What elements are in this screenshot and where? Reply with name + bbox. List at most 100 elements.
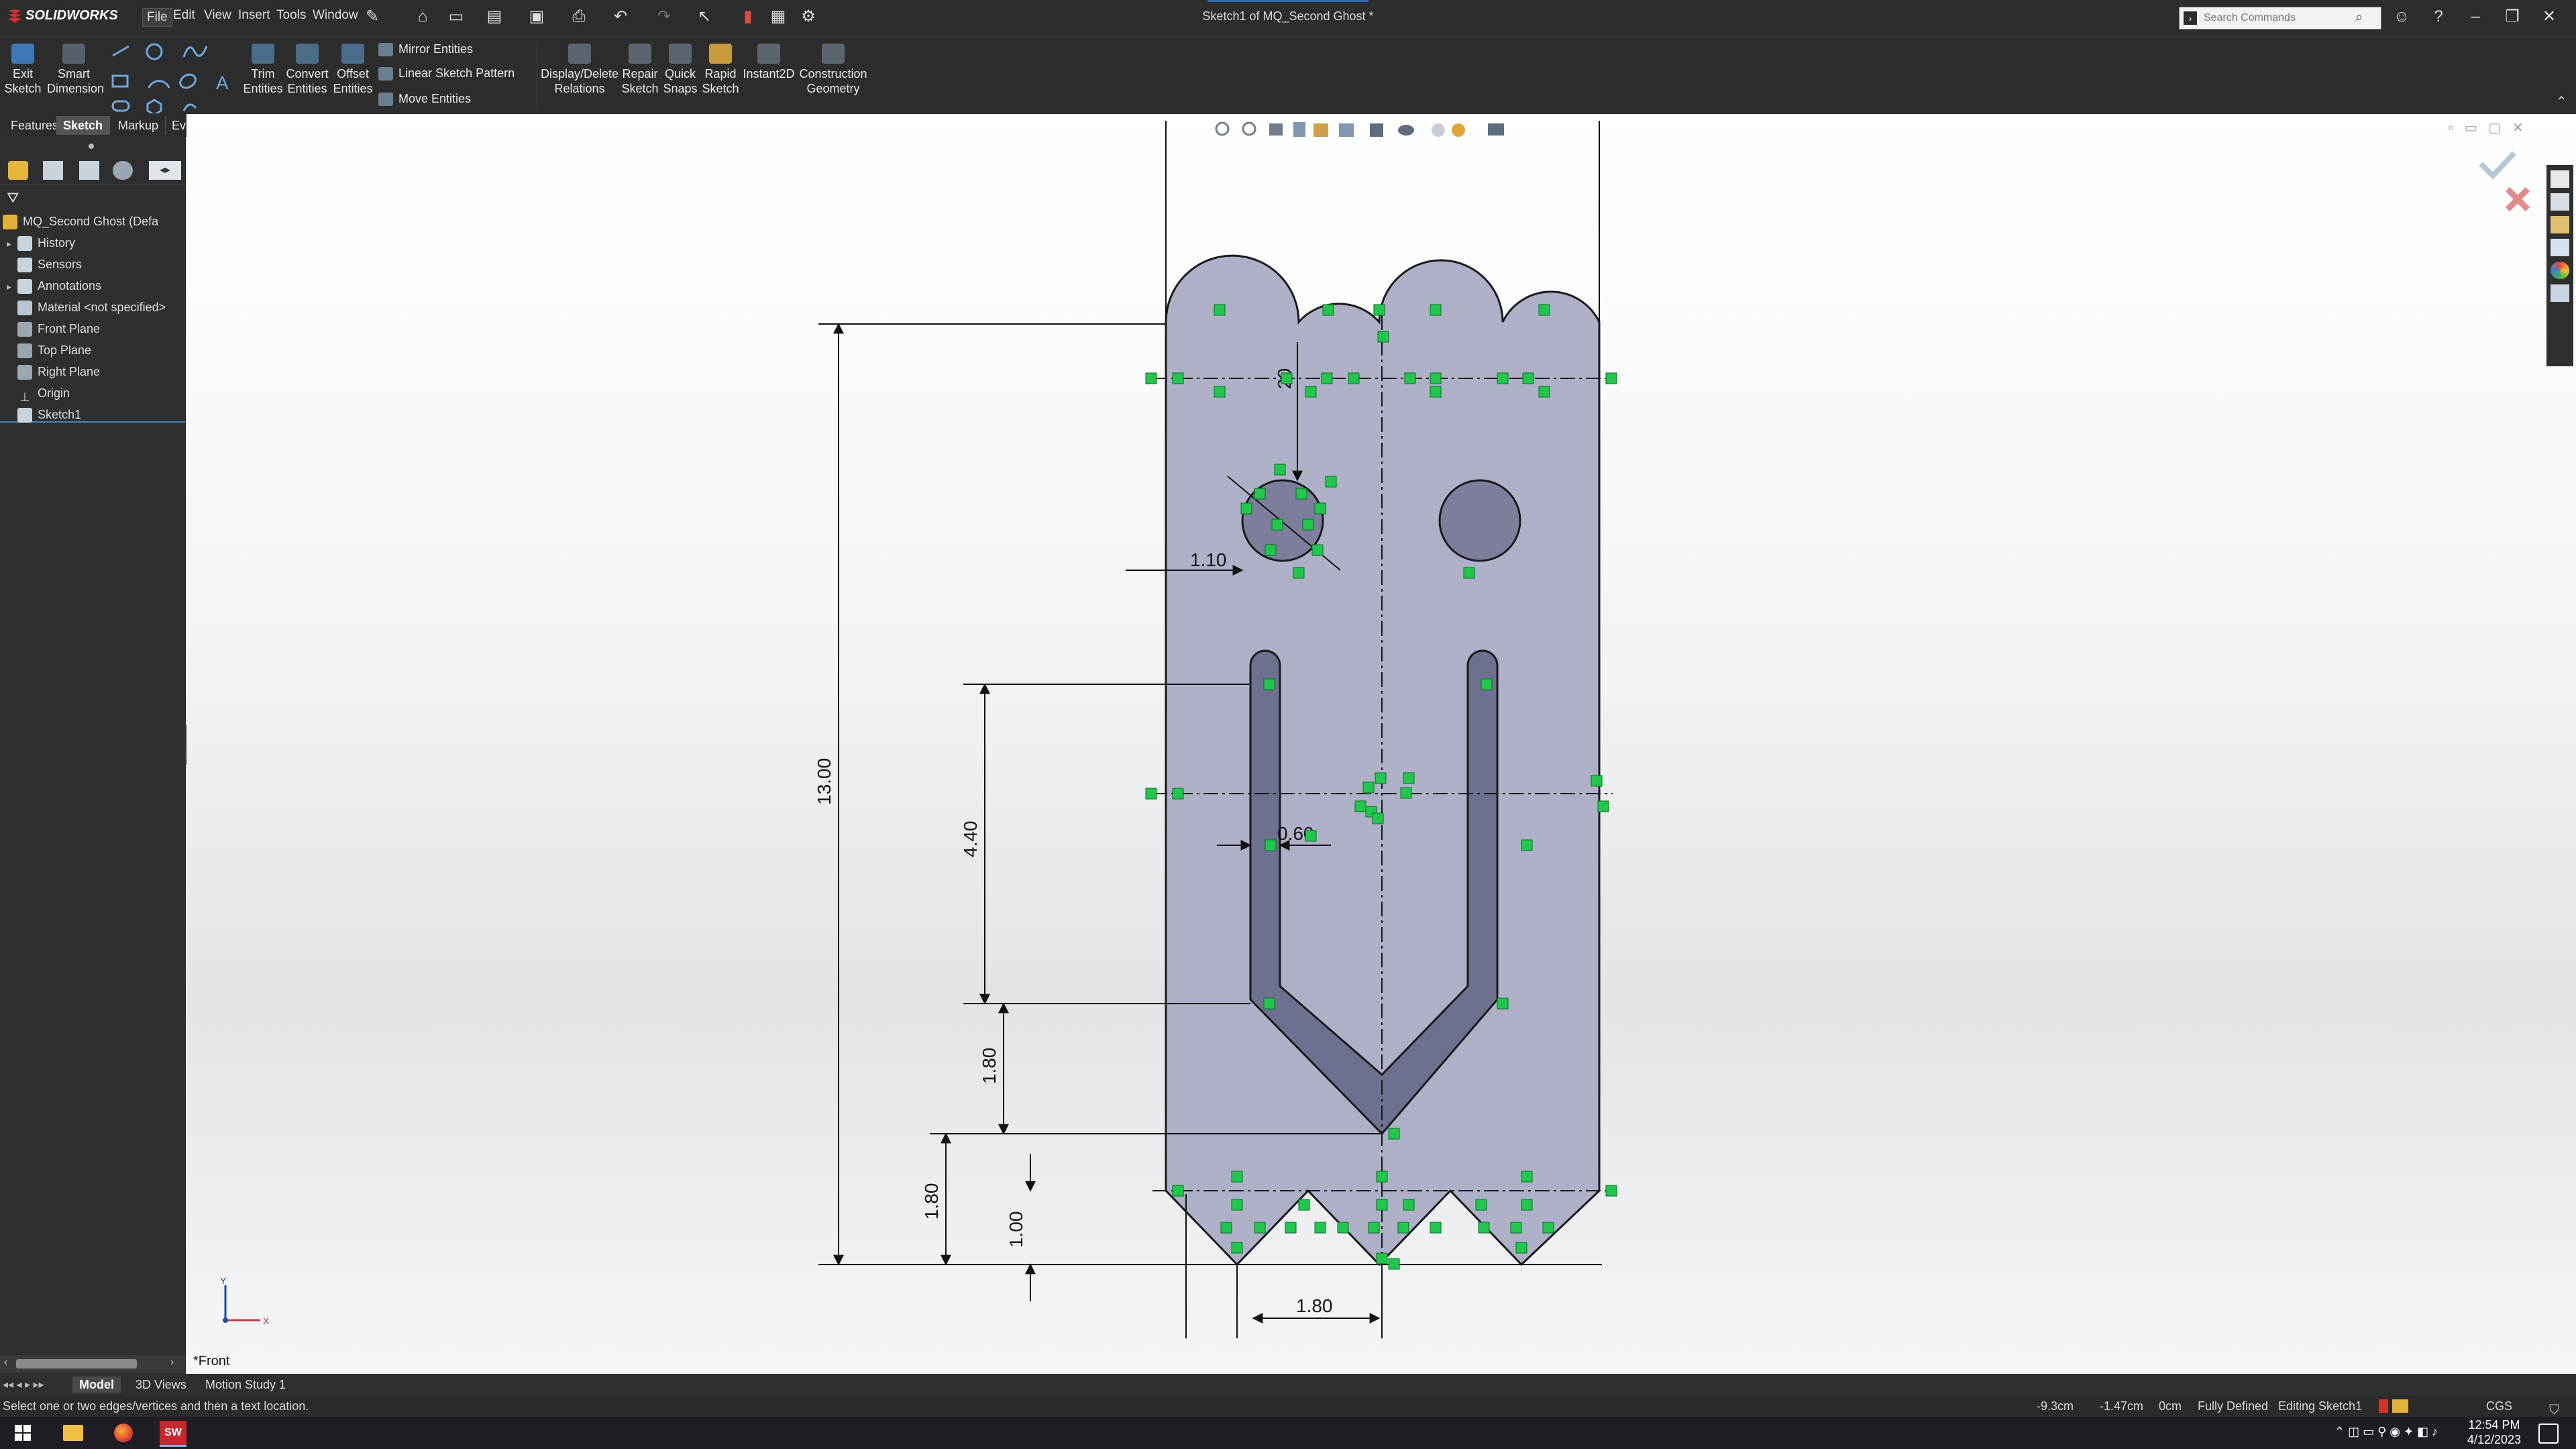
tab-motion-study[interactable]: Motion Study 1	[199, 1377, 292, 1393]
relation-marker[interactable]	[1240, 502, 1252, 515]
rapid-sketch-button[interactable]: Rapid Sketch	[702, 41, 739, 96]
relation-marker[interactable]	[1231, 1171, 1243, 1183]
relation-marker[interactable]	[1172, 788, 1184, 800]
relation-marker[interactable]	[1281, 372, 1293, 384]
tree-item-sketch1[interactable]: Sketch1	[0, 404, 185, 425]
relation-marker[interactable]	[1388, 1258, 1400, 1270]
relation-marker[interactable]	[1214, 386, 1226, 398]
dimxpert-tab-icon[interactable]	[113, 161, 133, 180]
scroll-left-icon[interactable]: ‹	[4, 1356, 7, 1368]
relation-marker[interactable]	[1274, 464, 1286, 476]
relation-marker[interactable]	[1481, 678, 1493, 690]
user-account-icon[interactable]: ☺	[2392, 7, 2412, 27]
instant2d-button[interactable]: Instant2D	[741, 41, 797, 81]
panel-hscrollbar[interactable]: ‹ ›	[0, 1355, 185, 1373]
relation-marker[interactable]	[1376, 1252, 1388, 1265]
relation-marker[interactable]	[1231, 1199, 1243, 1211]
relation-marker[interactable]	[1397, 1222, 1409, 1234]
search-icon[interactable]: ⌕	[2355, 10, 2363, 25]
tree-item-sensors[interactable]: Sensors	[0, 254, 185, 275]
relation-marker[interactable]	[1497, 372, 1509, 384]
relation-marker[interactable]	[1376, 1171, 1388, 1183]
relation-marker[interactable]	[1521, 839, 1533, 851]
relation-marker[interactable]	[1497, 998, 1509, 1010]
tree-item-history[interactable]: ▸ History	[0, 232, 185, 254]
offset-entities-button[interactable]: Offset Entities	[331, 41, 374, 96]
panel-scroll-arrows-icon[interactable]: ◂▸	[149, 161, 181, 180]
quick-snaps-button[interactable]: Quick Snaps	[660, 41, 700, 96]
unit-system[interactable]: CGS	[2486, 1395, 2512, 1417]
relation-marker[interactable]	[1321, 372, 1333, 384]
relation-marker[interactable]	[1265, 544, 1277, 556]
tab-markup[interactable]: Markup	[111, 116, 166, 135]
relation-marker[interactable]	[1295, 488, 1307, 500]
tab-scroll-arrows-icon[interactable]: ◂◂ ◂ ▸ ▸▸	[3, 1378, 44, 1391]
relation-marker[interactable]	[1231, 1242, 1243, 1254]
exit-sketch-button[interactable]: Exit Sketch	[3, 41, 43, 96]
relation-marker[interactable]	[1591, 775, 1603, 787]
feature-manager-tab-icon[interactable]	[8, 161, 28, 180]
hole-right[interactable]	[1438, 479, 1521, 562]
repair-sketch-button[interactable]: Repair Sketch	[621, 41, 659, 96]
relation-marker[interactable]	[1430, 372, 1442, 384]
tree-item-right-plane[interactable]: Right Plane	[0, 361, 185, 382]
smart-dimension-button[interactable]: Smart Dimension	[47, 41, 104, 96]
expand-arrow-icon[interactable]: ▸	[7, 233, 17, 254]
relation-marker[interactable]	[1388, 1128, 1400, 1140]
relation-marker[interactable]	[1265, 839, 1277, 851]
relation-marker[interactable]	[1538, 386, 1550, 398]
sketch-status-icon[interactable]	[2392, 1399, 2408, 1413]
firefox-taskbar-icon[interactable]	[114, 1424, 133, 1442]
relation-marker[interactable]	[1337, 1222, 1349, 1234]
relation-marker[interactable]	[1430, 1222, 1442, 1234]
convert-entities-button[interactable]: Convert Entities	[284, 41, 330, 96]
relation-marker[interactable]	[1403, 1199, 1415, 1211]
close-icon[interactable]: ✕	[2539, 7, 2559, 27]
relation-marker[interactable]	[1145, 372, 1157, 384]
panel-scroll-thumb[interactable]	[16, 1359, 137, 1368]
sketch-canvas[interactable]: Y X 13.00 4.40 1.80 1.80 1.00 1.80 1.10 …	[186, 114, 2576, 1375]
relation-marker[interactable]	[1285, 1222, 1297, 1234]
relation-marker[interactable]	[1263, 998, 1275, 1010]
display-delete-relations-button[interactable]: Display/Delete Relations	[539, 41, 620, 96]
windows-start-icon[interactable]	[15, 1425, 31, 1441]
relation-marker[interactable]	[1271, 519, 1283, 531]
linear-sketch-pattern-button[interactable]: Linear Sketch Pattern	[378, 66, 515, 81]
relation-marker[interactable]	[1322, 304, 1334, 316]
tree-item-front-plane[interactable]: Front Plane	[0, 318, 185, 339]
minimize-icon[interactable]: –	[2465, 7, 2485, 27]
relation-marker[interactable]	[1325, 476, 1337, 488]
relation-marker[interactable]	[1376, 1199, 1388, 1211]
filter-icon[interactable]: ⛛	[7, 189, 19, 207]
notifications-icon[interactable]	[2538, 1424, 2559, 1444]
graphics-area[interactable]: ▫ ▭ ▢ ✕ Y X 13.00 4.40 1.80 1.80 1.00 1.…	[186, 114, 2576, 1375]
restore-icon[interactable]: ❐	[2502, 7, 2522, 27]
relation-marker[interactable]	[1403, 772, 1415, 784]
relation-marker[interactable]	[1172, 372, 1184, 384]
relation-marker[interactable]	[1463, 567, 1475, 579]
file-explorer-taskbar-icon[interactable]	[63, 1425, 83, 1441]
relation-marker[interactable]	[1298, 1199, 1310, 1211]
relation-marker[interactable]	[1254, 488, 1266, 500]
relation-marker[interactable]	[1254, 1222, 1266, 1234]
relation-marker[interactable]	[1605, 1185, 1617, 1197]
tree-root[interactable]: MQ_Second Ghost (Defa	[0, 211, 185, 232]
relation-marker[interactable]	[1368, 1222, 1380, 1234]
relation-marker[interactable]	[1172, 1185, 1184, 1197]
relation-marker[interactable]	[1220, 1222, 1232, 1234]
tree-item-material-not-specified[interactable]: Material <not specified>	[0, 297, 185, 318]
relation-marker[interactable]	[1214, 304, 1226, 316]
expand-arrow-icon[interactable]: ▸	[7, 276, 17, 297]
system-tray-icons[interactable]: ⌃ ◫ ▭ ⚲ ◉ ✦ ◧ ♪	[2334, 1425, 2438, 1439]
trim-entities-button[interactable]: Trim Entities	[241, 41, 284, 96]
relation-marker[interactable]	[1348, 372, 1360, 384]
relation-marker[interactable]	[1302, 519, 1314, 531]
relation-marker[interactable]	[1293, 567, 1305, 579]
relation-marker[interactable]	[1400, 787, 1412, 799]
relation-marker[interactable]	[1605, 372, 1617, 384]
relation-marker[interactable]	[1538, 304, 1550, 316]
construction-geometry-button[interactable]: Construction Geometry	[798, 41, 868, 96]
relation-marker[interactable]	[1478, 1222, 1490, 1234]
relation-marker[interactable]	[1377, 331, 1389, 343]
relation-marker[interactable]	[1305, 830, 1317, 842]
